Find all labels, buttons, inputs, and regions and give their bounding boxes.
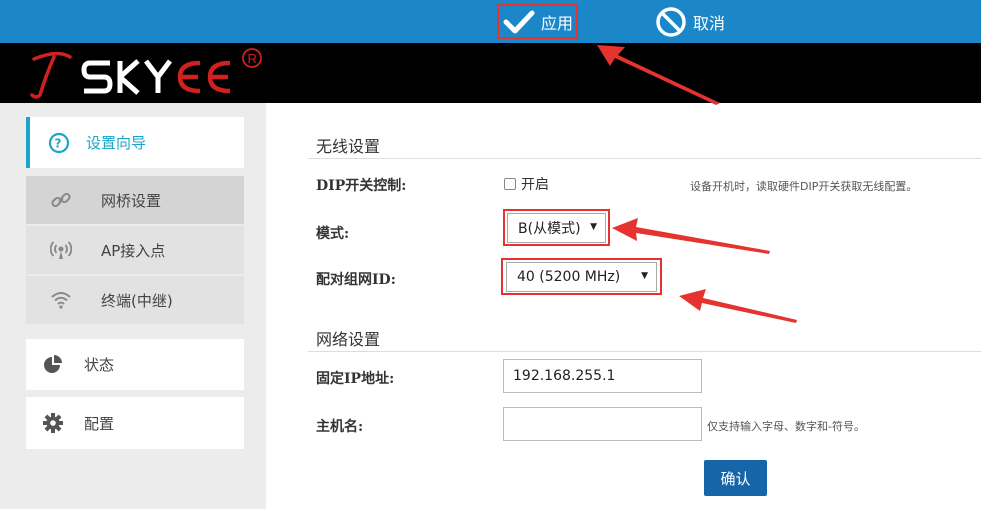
dip-switch-checkbox-label: 开启 — [521, 177, 549, 193]
sidebar-item-status[interactable]: 状态 — [26, 339, 244, 390]
sidebar-item-label: 网桥设置 — [101, 191, 162, 210]
pair-group-id-label: 配对组网ID: — [316, 272, 396, 288]
sidebar-item-label: AP接入点 — [101, 241, 166, 260]
dip-switch-hint: 设备开机时，读取硬件DIP开关获取无线配置。 — [690, 180, 918, 193]
hostname-label: 主机名: — [316, 419, 364, 435]
sidebar-item-setup-wizard[interactable]: ? 设置向导 — [26, 117, 244, 168]
sidebar-item-label: 配置 — [84, 414, 115, 433]
gear-icon — [42, 412, 64, 434]
sidebar-item-label: 设置向导 — [86, 134, 147, 152]
top-toolbar: 应用 取消 — [0, 0, 981, 43]
help-circle-icon: ? — [48, 132, 70, 154]
cancel-label: 取消 — [693, 13, 726, 33]
check-icon — [503, 10, 535, 33]
wireless-section-title: 无线设置 — [316, 137, 381, 156]
sidebar-item-config[interactable]: 配置 — [26, 397, 244, 449]
static-ip-value: 192.168.255.1 — [513, 368, 616, 384]
dip-switch-checkbox[interactable] — [504, 178, 516, 190]
chevron-down-icon: ▼ — [590, 222, 597, 232]
static-ip-label: 固定IP地址: — [316, 371, 395, 387]
confirm-button[interactable]: 确认 — [704, 460, 767, 496]
wifi-icon — [50, 289, 72, 311]
mode-select[interactable]: B(从模式) ▼ — [507, 213, 606, 243]
dip-switch-label: DIP开关控制: — [316, 178, 407, 194]
main-panel: 无线设置 DIP开关控制: 开启 设备开机时，读取硬件DIP开关获取无线配置。 … — [266, 103, 981, 509]
link-icon — [50, 189, 72, 211]
sidebar-item-bridge[interactable]: 网桥设置 — [26, 176, 244, 224]
sidebar-item-ap[interactable]: AP接入点 — [26, 226, 244, 274]
sidebar-item-client-repeater[interactable]: 终端(中继) — [26, 276, 244, 324]
apply-label: 应用 — [541, 13, 574, 33]
apply-button[interactable]: 应用 — [497, 4, 578, 39]
cancel-icon — [656, 6, 686, 37]
pie-chart-icon — [42, 354, 64, 376]
pair-group-id-select[interactable]: 40 (5200 MHz) ▼ — [506, 262, 657, 292]
logo-bar: R — [0, 43, 981, 103]
mode-select-value: B(从模式) — [518, 221, 581, 237]
cancel-button[interactable]: 取消 — [655, 4, 725, 39]
chevron-down-icon: ▼ — [641, 271, 648, 281]
static-ip-input[interactable]: 192.168.255.1 — [503, 359, 702, 393]
hostname-input[interactable] — [503, 407, 702, 441]
sidebar-item-label: 终端(中继) — [101, 291, 173, 310]
svg-text:R: R — [248, 51, 257, 66]
section-divider — [308, 351, 981, 352]
brand-logo: R — [30, 48, 262, 99]
sidebar: ? 设置向导 网桥设置 AP接入点 终端(中继) 状态 配置 — [0, 103, 266, 509]
sidebar-item-label: 状态 — [84, 356, 115, 374]
section-divider — [308, 158, 981, 159]
mode-label: 模式: — [316, 226, 350, 242]
hostname-hint: 仅支持输入字母、数字和-符号。 — [707, 420, 865, 433]
svg-text:?: ? — [55, 136, 62, 150]
pair-group-id-value: 40 (5200 MHz) — [517, 269, 621, 285]
network-section-title: 网络设置 — [316, 330, 381, 349]
broadcast-icon — [50, 239, 72, 261]
